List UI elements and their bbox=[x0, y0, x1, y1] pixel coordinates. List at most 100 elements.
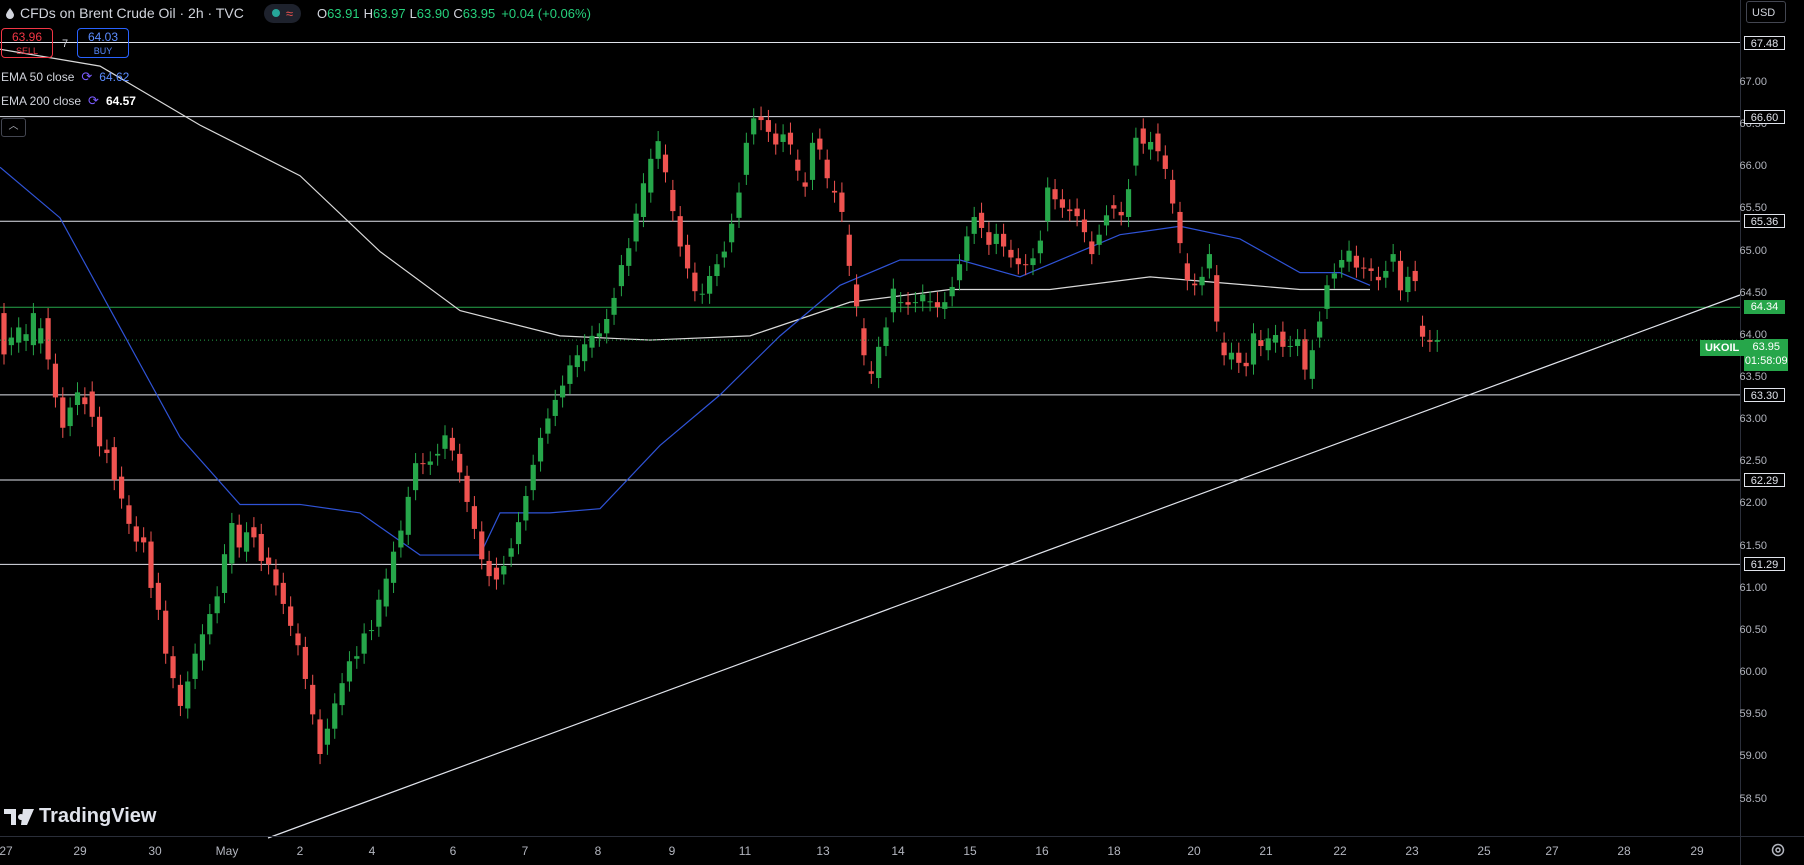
candle-body bbox=[890, 288, 896, 313]
wave-icon: ≈ bbox=[285, 5, 293, 21]
price-tick: 66.00 bbox=[1739, 160, 1767, 173]
time-tick: 7 bbox=[521, 844, 529, 858]
candle-body bbox=[949, 286, 955, 297]
candle-body bbox=[243, 532, 250, 552]
candle-body bbox=[1023, 264, 1029, 266]
time-tick: 23 bbox=[1405, 844, 1419, 858]
candle-body bbox=[361, 633, 367, 654]
candle-body bbox=[1317, 321, 1323, 338]
level-tag: 64.34 bbox=[1744, 300, 1785, 315]
candle-body bbox=[515, 522, 522, 545]
candle-body bbox=[1074, 208, 1080, 217]
price-tick: 60.00 bbox=[1739, 666, 1767, 679]
currency-button[interactable]: USD bbox=[1746, 1, 1786, 23]
candle-body bbox=[1339, 259, 1345, 268]
sell-button[interactable]: 63.96 SELL bbox=[1, 28, 53, 58]
bar-countdown: 01:58:09 bbox=[1744, 355, 1788, 367]
candle-body bbox=[192, 653, 198, 679]
candle-body bbox=[486, 560, 492, 577]
buy-button[interactable]: 64.03 BUY bbox=[77, 28, 129, 58]
candle-body bbox=[876, 346, 882, 379]
candle-body bbox=[214, 596, 220, 614]
candle-body bbox=[1103, 215, 1110, 226]
candle-body bbox=[332, 703, 338, 729]
symbol-tag: UKOIL bbox=[1700, 340, 1745, 356]
candle-body bbox=[545, 418, 551, 434]
candle-body bbox=[1030, 258, 1036, 266]
candle-body bbox=[523, 496, 529, 521]
candle-body bbox=[1148, 141, 1154, 150]
candle-body bbox=[493, 567, 500, 580]
high-value: 63.97 bbox=[373, 5, 406, 21]
candle-body bbox=[251, 527, 257, 538]
refresh-icon: ⟳ bbox=[88, 93, 99, 108]
candle-body bbox=[765, 120, 771, 132]
price-tick: 65.00 bbox=[1739, 244, 1767, 257]
candle-body bbox=[993, 233, 999, 244]
price-tick: 63.50 bbox=[1739, 371, 1767, 383]
candle-body bbox=[148, 541, 154, 588]
price-chart[interactable] bbox=[0, 0, 1804, 865]
ema200-legend[interactable]: EMA 200 close ⟳ 64.57 bbox=[1, 93, 136, 109]
level-tag: 61.29 bbox=[1744, 557, 1785, 572]
candle-body bbox=[868, 371, 874, 374]
candle-body bbox=[383, 578, 389, 607]
candle-body bbox=[530, 464, 536, 491]
symbol-title[interactable]: CFDs on Brent Crude Oil · 2h · TVC bbox=[20, 5, 244, 21]
candle-body bbox=[1015, 258, 1021, 265]
candle-body bbox=[302, 646, 308, 679]
ema50-legend[interactable]: EMA 50 close ⟳ 64.62 bbox=[1, 69, 129, 85]
status-pill[interactable]: ≈ bbox=[263, 3, 301, 23]
candle-body bbox=[368, 630, 375, 632]
candle-body bbox=[1111, 205, 1117, 209]
candle-body bbox=[560, 385, 566, 398]
candle-body bbox=[30, 313, 36, 346]
ema200-line-group bbox=[0, 48, 1370, 341]
time-tick: 4 bbox=[368, 844, 376, 858]
candle-body bbox=[934, 302, 941, 308]
time-tick: 27 bbox=[1545, 844, 1559, 858]
candle-body bbox=[390, 551, 397, 583]
time-tick: 8 bbox=[594, 844, 602, 858]
horizontal-levels bbox=[0, 42, 1740, 565]
spread-value: 7 bbox=[62, 38, 69, 50]
candle-body bbox=[82, 397, 88, 405]
candle-body bbox=[567, 365, 573, 384]
candle-body bbox=[1, 313, 7, 355]
buy-price: 64.03 bbox=[87, 30, 119, 44]
candle-body bbox=[802, 182, 808, 187]
candle-body bbox=[1184, 263, 1190, 281]
time-tick: 21 bbox=[1259, 844, 1273, 858]
candle-body bbox=[1309, 350, 1315, 379]
candle-body bbox=[1081, 219, 1088, 233]
candle-body bbox=[1045, 187, 1051, 222]
time-tick: 2 bbox=[296, 844, 304, 858]
candle-body bbox=[831, 190, 838, 193]
price-tick: 62.50 bbox=[1739, 455, 1767, 468]
candle-body bbox=[126, 505, 132, 524]
gear-icon[interactable] bbox=[1770, 842, 1786, 858]
candle-body bbox=[1419, 325, 1426, 337]
candle-body bbox=[457, 453, 463, 473]
time-tick: May bbox=[215, 844, 239, 858]
candle-body bbox=[89, 391, 95, 417]
collapse-legend-button[interactable]: ︿ bbox=[1, 118, 26, 137]
candle-body bbox=[288, 606, 294, 626]
candle-body bbox=[662, 154, 669, 173]
time-tick: 30 bbox=[148, 844, 162, 858]
candle-body bbox=[1287, 345, 1293, 347]
time-tick: 15 bbox=[963, 844, 977, 858]
candle-body bbox=[1155, 133, 1161, 152]
candle-body bbox=[927, 301, 933, 303]
candle-body bbox=[743, 142, 749, 175]
candle-body bbox=[655, 141, 661, 159]
candle-body bbox=[442, 435, 448, 449]
candle-body bbox=[699, 293, 705, 295]
ema200-label: EMA 200 close bbox=[1, 94, 82, 108]
candle-body bbox=[684, 244, 691, 269]
candle-body bbox=[721, 251, 727, 258]
time-tick: 25 bbox=[1477, 844, 1491, 858]
candle-body bbox=[582, 344, 588, 362]
ohlc-values: O63.91 H63.97 L63.90 C63.95 +0.04 (+0.06… bbox=[316, 5, 591, 21]
tradingview-logo[interactable]: TradingView bbox=[4, 805, 156, 828]
